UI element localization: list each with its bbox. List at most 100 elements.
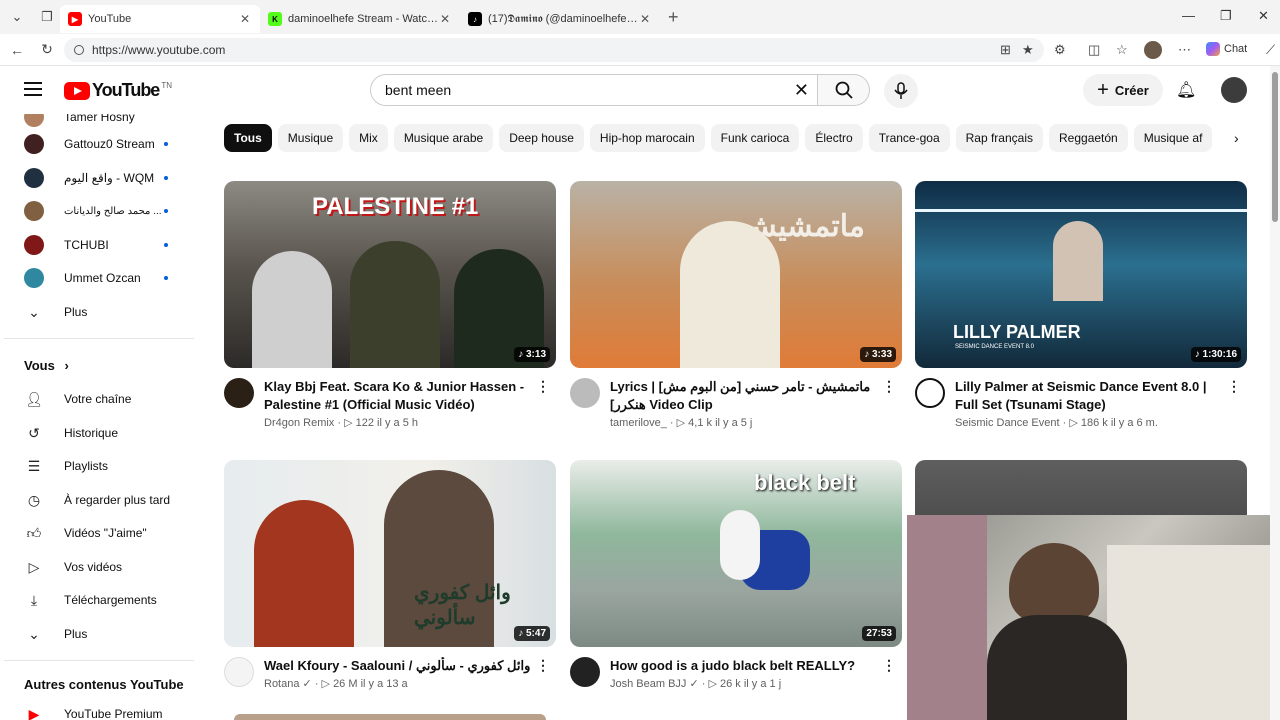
favorite-star-icon[interactable]: ★ bbox=[1022, 42, 1034, 58]
clear-search-icon[interactable]: ✕ bbox=[794, 80, 809, 101]
chip-reggaeton[interactable]: Reggaetón bbox=[1049, 124, 1128, 152]
browser-tab-youtube[interactable]: ▶ YouTube ✕ bbox=[60, 5, 260, 33]
graffiti-wall bbox=[1107, 545, 1280, 720]
tab-actions-icon[interactable]: ⌄ bbox=[4, 4, 30, 30]
sidebar-item-liked-videos[interactable]: 👍︎ Vidéos "J'aime" bbox=[12, 518, 192, 548]
sidebar-item-your-videos[interactable]: ▷ Vos vidéos bbox=[12, 552, 192, 582]
video-thumbnail[interactable]: LILLY PALMER SEISMIC DANCE EVENT 8.0 ♪ 1… bbox=[915, 181, 1247, 368]
workspaces-icon[interactable]: ❐ bbox=[34, 4, 60, 30]
sidebar-you-heading[interactable]: Vous › bbox=[24, 358, 69, 373]
sidebar-item-history[interactable]: ↺ Historique bbox=[12, 418, 192, 448]
profile-avatar-icon[interactable] bbox=[1144, 41, 1162, 59]
chip-trance-goa[interactable]: Trance-goa bbox=[868, 124, 950, 152]
chip-hip-hop-marocain[interactable]: Hip-hop marocain bbox=[589, 124, 705, 152]
refresh-icon[interactable]: ↻ bbox=[32, 41, 62, 58]
more-actions-icon[interactable]: ⋮ bbox=[1227, 378, 1241, 395]
more-actions-icon[interactable]: ⋮ bbox=[882, 657, 896, 674]
youtube-logo[interactable]: YouTube TN bbox=[64, 80, 172, 101]
plus-icon: + bbox=[1097, 78, 1109, 101]
search-button[interactable] bbox=[818, 74, 870, 106]
page-scrollbar[interactable] bbox=[1270, 66, 1280, 720]
channel-name[interactable]: Dr4gon Remix bbox=[264, 417, 334, 429]
chip-funk-carioca[interactable]: Funk carioca bbox=[710, 124, 800, 152]
close-tab-icon[interactable]: ✕ bbox=[438, 12, 452, 26]
chip-musique-arabe[interactable]: Musique arabe bbox=[393, 124, 494, 152]
chip-deep-house[interactable]: Deep house bbox=[499, 124, 584, 152]
split-screen-icon[interactable]: ◫ bbox=[1088, 42, 1100, 58]
address-bar[interactable]: https://www.youtube.com bbox=[64, 38, 1044, 62]
avatar[interactable] bbox=[1221, 77, 1247, 103]
sidebar-item-subscription[interactable]: واقع اليوم - WQM bbox=[12, 163, 192, 193]
browser-tab-tiktok[interactable]: ♪ (17)𝕯𝖆𝖒𝖎𝖓𝖔 (@daminoelhefe) | TikTok ✕ bbox=[460, 5, 660, 33]
chip-musique-af[interactable]: Musique af bbox=[1133, 124, 1213, 152]
sidebar-item-watch-later[interactable]: ◷ À regarder plus tard bbox=[12, 485, 192, 515]
video-card[interactable]: LILLY PALMER SEISMIC DANCE EVENT 8.0 ♪ 1… bbox=[915, 181, 1247, 434]
video-title[interactable]: Lyrics | [ماتمشيش - تامر حسني [من البوم … bbox=[610, 378, 880, 414]
site-info-icon[interactable] bbox=[74, 45, 84, 55]
search-input[interactable]: bent meen ✕ bbox=[370, 74, 818, 106]
video-thumbnail[interactable]: ماتمشيش ♪ 3:33 bbox=[570, 181, 902, 368]
scrollbar-thumb[interactable] bbox=[1272, 72, 1278, 222]
video-thumbnail[interactable] bbox=[234, 714, 546, 720]
sidebar-item-your-channel[interactable]: 👤︎ Votre chaîne bbox=[12, 384, 192, 414]
video-title[interactable]: Wael Kfoury - Saalouni / وائل كفوري - سأ… bbox=[264, 657, 534, 675]
back-icon[interactable]: ← bbox=[2, 42, 32, 58]
video-title[interactable]: Lilly Palmer at Seismic Dance Event 8.0 … bbox=[955, 378, 1225, 414]
more-actions-icon[interactable]: ⋮ bbox=[536, 378, 550, 395]
sidebar-item-subscription[interactable]: محمد صالح والديانات ... bbox=[12, 196, 192, 226]
more-menu-icon[interactable]: ⋯ bbox=[1178, 42, 1191, 58]
chevron-right-icon[interactable]: › bbox=[1234, 130, 1239, 146]
sidebar-item-downloads[interactable]: ⤓ Téléchargements bbox=[12, 585, 192, 615]
channel-name[interactable]: Seismic Dance Event bbox=[955, 417, 1060, 429]
sidebar-item-subscription[interactable]: Ummet Ozcan bbox=[12, 263, 192, 293]
channel-avatar[interactable] bbox=[224, 378, 254, 408]
close-tab-icon[interactable]: ✕ bbox=[238, 12, 252, 26]
video-duration: ♪ 5:47 bbox=[514, 626, 550, 641]
sidebar-item-subscription[interactable]: TCHUBI bbox=[12, 230, 192, 260]
chip-electro[interactable]: Électro bbox=[805, 124, 863, 152]
video-thumbnail[interactable]: black belt 27:53 bbox=[570, 460, 902, 647]
voice-search-button[interactable] bbox=[884, 74, 918, 108]
create-button[interactable]: + Créer bbox=[1083, 74, 1163, 106]
video-card[interactable]: PALESTINE #1 ♪ 3:13 Klay Bbj Feat. Scara… bbox=[224, 181, 556, 434]
sidebar-item-subscription[interactable]: Gattouz0 Stream bbox=[12, 129, 192, 159]
browser-tab-kick[interactable]: K daminoelhefe Stream - Watch Live ✕ bbox=[260, 5, 460, 33]
close-tab-icon[interactable]: ✕ bbox=[638, 12, 652, 26]
more-actions-icon[interactable]: ⋮ bbox=[882, 378, 896, 395]
sidebar-toggle-icon[interactable]: ⟋ bbox=[1266, 42, 1275, 58]
notifications-bell-icon[interactable]: 🔔︎ bbox=[1176, 80, 1196, 100]
channel-avatar[interactable] bbox=[570, 657, 600, 687]
close-window-icon[interactable]: ✕ bbox=[1258, 8, 1269, 24]
video-thumbnail[interactable]: وائل كفوري سألوني ♪ 5:47 bbox=[224, 460, 556, 647]
menu-icon[interactable] bbox=[24, 82, 42, 96]
chip-mix[interactable]: Mix bbox=[349, 124, 388, 152]
video-thumbnail[interactable]: PALESTINE #1 ♪ 3:13 bbox=[224, 181, 556, 368]
sidebar-item-premium[interactable]: ▶ YouTube Premium bbox=[12, 699, 192, 720]
channel-avatar[interactable] bbox=[224, 657, 254, 687]
video-card[interactable]: ماتمشيش ♪ 3:33 Lyrics | [ماتمشيش - تامر … bbox=[570, 181, 902, 434]
video-title[interactable]: How good is a judo black belt REALLY? bbox=[610, 657, 880, 675]
copilot-chat-button[interactable]: Chat bbox=[1206, 42, 1247, 56]
sidebar-item-playlists[interactable]: ☰ Playlists bbox=[12, 451, 192, 481]
channel-name[interactable]: tamerilove_ bbox=[610, 417, 667, 429]
video-title[interactable]: Klay Bbj Feat. Scara Ko & Junior Hassen … bbox=[264, 378, 534, 414]
chip-rap-francais[interactable]: Rap français bbox=[955, 124, 1043, 152]
extensions-icon[interactable]: ⚙ bbox=[1054, 42, 1066, 58]
more-actions-icon[interactable]: ⋮ bbox=[536, 657, 550, 674]
sidebar-item-label: YouTube Premium bbox=[64, 707, 163, 720]
sidebar-item-more-you[interactable]: ⌄ Plus bbox=[12, 619, 192, 649]
video-card[interactable]: black belt 27:53 How good is a judo blac… bbox=[570, 460, 902, 713]
channel-name[interactable]: Rotana bbox=[264, 678, 299, 690]
favorites-icon[interactable]: ☆ bbox=[1116, 42, 1128, 58]
maximize-icon[interactable]: ❐ bbox=[1220, 8, 1232, 24]
channel-name[interactable]: Josh Beam BJJ bbox=[610, 678, 686, 690]
channel-avatar[interactable] bbox=[915, 378, 945, 408]
channel-avatar[interactable] bbox=[570, 378, 600, 408]
minimize-icon[interactable]: — bbox=[1182, 8, 1195, 23]
new-tab-icon[interactable]: + bbox=[668, 7, 679, 28]
chip-tous[interactable]: Tous bbox=[224, 124, 272, 152]
chip-musique[interactable]: Musique bbox=[277, 124, 344, 152]
app-grid-icon[interactable]: ⊞ bbox=[1000, 42, 1011, 58]
video-card[interactable]: وائل كفوري سألوني ♪ 5:47 Wael Kfoury - S… bbox=[224, 460, 556, 713]
sidebar-item-more-subscriptions[interactable]: ⌄ Plus bbox=[12, 297, 192, 327]
